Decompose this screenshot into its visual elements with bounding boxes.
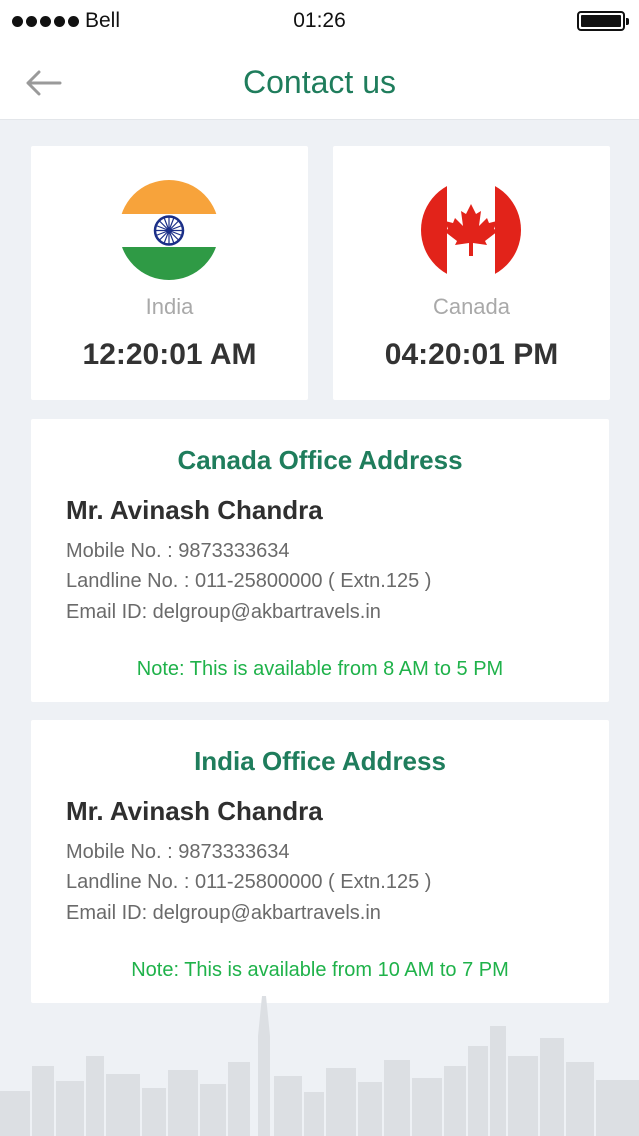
canada-flag-icon xyxy=(421,180,521,280)
office-title: Canada Office Address xyxy=(177,445,463,475)
nav-bar: Contact us xyxy=(0,44,639,120)
india-time: 12:20:01 AM xyxy=(82,338,257,371)
mobile-number[interactable]: Mobile No. : 9873333634 xyxy=(66,841,290,864)
email-address[interactable]: Email ID: delgroup@akbartravels.in xyxy=(66,902,381,925)
email-address[interactable]: Email ID: delgroup@akbartravels.in xyxy=(66,601,381,624)
status-time: 01:26 xyxy=(293,9,346,32)
india-flag-icon xyxy=(119,180,219,280)
canada-office-card: Canada Office Address Mr. Avinash Chandr… xyxy=(31,419,609,702)
city-skyline-icon xyxy=(0,996,639,1136)
mobile-number[interactable]: Mobile No. : 9873333634 xyxy=(66,540,290,563)
country-name-india: India xyxy=(145,294,194,319)
landline-number[interactable]: Landline No. : 011-25800000 ( Extn.125 ) xyxy=(66,570,431,593)
availability-note: Note: This is available from 10 AM to 7 … xyxy=(131,959,509,981)
country-name-canada: Canada xyxy=(432,294,511,319)
availability-note: Note: This is available from 8 AM to 5 P… xyxy=(136,658,504,680)
canada-clock-card: Canada 04:20:01 PM xyxy=(333,146,610,400)
india-clock-card: India 12:20:01 AM xyxy=(31,146,308,400)
landline-number[interactable]: Landline No. : 011-25800000 ( Extn.125 ) xyxy=(66,871,431,894)
india-office-card: India Office Address Mr. Avinash Chandra… xyxy=(31,720,609,1003)
canada-time: 04:20:01 PM xyxy=(384,338,559,371)
contact-name: Mr. Avinash Chandra xyxy=(66,495,323,525)
office-title: India Office Address xyxy=(194,746,446,776)
page-title: Contact us xyxy=(243,64,396,100)
contact-name: Mr. Avinash Chandra xyxy=(66,796,323,826)
battery-full-icon xyxy=(577,11,629,31)
status-bar: Bell 01:26 xyxy=(0,0,639,44)
